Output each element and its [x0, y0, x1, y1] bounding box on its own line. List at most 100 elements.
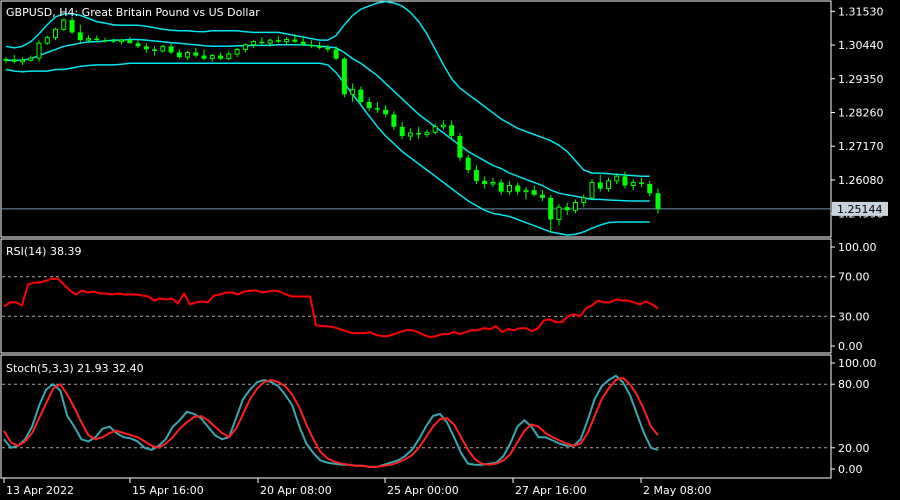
- candle-body-bear: [308, 44, 314, 47]
- candle-body-bear: [539, 194, 545, 198]
- candle-body-bull: [581, 197, 587, 204]
- candle-body-bear: [341, 58, 347, 95]
- candle-body-bear: [498, 182, 504, 192]
- stoch-tick-label: 80.00: [838, 378, 870, 391]
- candle-body-bear: [449, 125, 455, 137]
- rsi-tick-label: 0.00: [838, 340, 863, 353]
- candle-body-bear: [515, 185, 521, 192]
- time-tick-label: 20 Apr 08:00: [260, 484, 332, 497]
- candle-body-bear: [358, 89, 364, 102]
- rsi-panel-frame: [0, 238, 832, 354]
- stoch-title: Stoch(5,3,3) 21.93 32.40: [6, 362, 144, 375]
- price-axis: 1.31530 1.30440 1.29350 1.28260 1.27170 1.260…: [831, 5, 888, 221]
- stoch-tick-label: 100.00: [838, 357, 877, 370]
- price-tick-label: 1.28260: [838, 107, 884, 120]
- time-tick-label: 2 May 08:00: [643, 484, 711, 497]
- candle-body-bear: [77, 32, 83, 41]
- candle-body-bear: [647, 183, 653, 194]
- candle-body-bear: [317, 46, 323, 48]
- candle-body-bear: [638, 182, 644, 184]
- candle-body-bull: [61, 19, 67, 30]
- rsi-panel: RSI(14) 38.39 100.00 70.00 30.00 0.00: [0, 238, 877, 354]
- stoch-tick-label: 0.00: [838, 463, 863, 476]
- time-tick-label: 15 Apr 16:00: [132, 484, 204, 497]
- stoch-axis: 100.00 80.00 20.00 0.00: [831, 357, 877, 476]
- candle-body-bear: [465, 157, 471, 171]
- candle-body-bear: [383, 109, 389, 115]
- candle-body-bear: [333, 49, 339, 59]
- price-chart-title: GBPUSD, H4: Great Britain Pound vs US Do…: [6, 6, 260, 19]
- candle-body-bear: [127, 40, 133, 44]
- price-tick-label: 1.26080: [838, 174, 884, 187]
- candle-body-bull: [185, 51, 191, 58]
- candle-body-bull: [20, 59, 26, 63]
- candle-body-bear: [416, 132, 422, 135]
- candle-body-bear: [102, 40, 108, 42]
- candle-body-bull: [28, 57, 34, 61]
- candle-body-bear: [300, 41, 306, 45]
- candle-body-bear: [292, 39, 298, 42]
- candle-body-bull: [53, 28, 59, 39]
- time-tick-label: 27 Apr 16:00: [515, 484, 587, 497]
- candle-body-bear: [259, 41, 265, 44]
- candle-body-bull: [490, 181, 496, 185]
- candle-body-bear: [275, 40, 281, 42]
- candle-body-bull: [3, 58, 9, 61]
- candle-body-bull: [614, 175, 620, 182]
- candle-body-bull: [160, 45, 166, 52]
- rsi-axis: 100.00 70.00 30.00 0.00: [831, 241, 877, 353]
- candle-body-bear: [135, 43, 141, 47]
- candle-body-bull: [209, 55, 215, 60]
- price-tick-label: 1.29350: [838, 73, 884, 86]
- candle-body-bull: [523, 189, 529, 193]
- candle-body-bear: [201, 55, 207, 59]
- candle-body-bear: [218, 55, 224, 59]
- candle-body-bull: [36, 42, 42, 59]
- candle-body-bull: [44, 37, 50, 44]
- time-tick-label: 13 Apr 2022: [6, 484, 74, 497]
- candle-body-bear: [548, 197, 554, 220]
- candle-body-bull: [572, 202, 578, 211]
- candle-body-bull: [605, 180, 611, 190]
- candle-body-bull: [440, 124, 446, 128]
- candle-body-bull: [284, 39, 290, 43]
- candle-body-bear: [193, 52, 199, 56]
- candle-body-bear: [94, 38, 100, 41]
- price-panel-frame: [0, 0, 832, 238]
- candle-body-bear: [143, 46, 149, 50]
- candle-body-bear: [622, 176, 628, 186]
- time-axis: 13 Apr 2022 15 Apr 16:00 20 Apr 08:00 25 Ap…: [3, 478, 711, 497]
- stoch-tick-label: 20.00: [838, 442, 870, 455]
- price-tick-label: 1.31530: [838, 5, 884, 18]
- candle-body-bear: [531, 190, 537, 195]
- candle-body-bear: [152, 49, 158, 51]
- candle-body-bear: [366, 101, 372, 109]
- candle-body-bear: [655, 193, 661, 210]
- price-panel: GBPUSD, H4: Great Britain Pound vs US Do…: [0, 0, 888, 238]
- candle-body-bull: [407, 132, 413, 137]
- candle-body-bear: [457, 136, 463, 158]
- time-tick-label: 25 Apr 00:00: [387, 484, 459, 497]
- candle-body-bull: [267, 39, 273, 44]
- candle-body-bear: [399, 126, 405, 137]
- candle-body-bull: [251, 41, 257, 46]
- candle-body-bull: [630, 181, 636, 187]
- rsi-title: RSI(14) 38.39: [6, 245, 81, 258]
- candle-body-bear: [473, 170, 479, 181]
- rsi-tick-label: 100.00: [838, 241, 877, 254]
- candle-body-bull: [234, 48, 240, 55]
- candle-body-bull: [432, 126, 438, 133]
- candle-body-bull: [506, 185, 512, 193]
- candle-body-bear: [597, 182, 603, 189]
- candle-body-bear: [564, 207, 570, 211]
- candle-body-bear: [374, 108, 380, 110]
- price-tick-label: 1.30440: [838, 39, 884, 52]
- candle-body-bull: [556, 206, 562, 221]
- rsi-tick-label: 70.00: [838, 271, 870, 284]
- stoch-panel: Stoch(5,3,3) 21.93 32.40 100.00 80.00 20.0…: [0, 354, 877, 479]
- candle-body-bull: [424, 131, 430, 135]
- rsi-tick-label: 30.00: [838, 310, 870, 323]
- candle-body-bull: [350, 89, 356, 95]
- candle-body-bull: [119, 39, 125, 43]
- candle-body-bear: [110, 40, 116, 42]
